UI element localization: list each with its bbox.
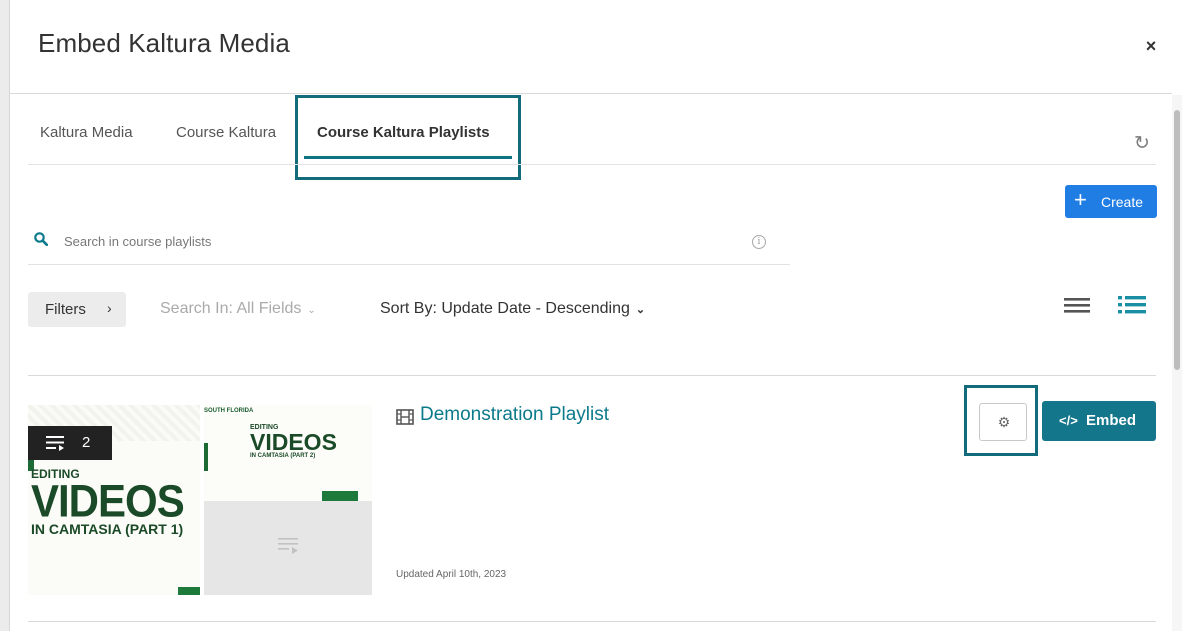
search-in-dropdown[interactable]: Search In: All Fields ⌄	[160, 300, 316, 318]
playlist-title-link[interactable]: Demonstration Playlist	[420, 404, 609, 426]
create-button-label: Create	[1101, 194, 1144, 210]
refresh-icon[interactable]: ↻	[1132, 134, 1152, 154]
detailed-view-icon[interactable]	[1118, 294, 1146, 316]
list-view-icon[interactable]	[1064, 295, 1090, 315]
list-divider	[28, 621, 1156, 622]
tab-highlight-box	[295, 95, 521, 180]
playlist-settings-button[interactable]: ⚙	[979, 403, 1027, 441]
thumbnail-title: EDITING VIDEOS IN CAMTASIA (PART 2)	[250, 423, 337, 460]
usf-logo: SOUTH FLORIDA	[204, 408, 254, 414]
code-icon: </>	[1059, 413, 1078, 428]
filters-label: Filters	[45, 301, 86, 318]
chevron-down-icon: ⌄	[635, 304, 646, 316]
list-divider	[28, 375, 1156, 376]
scrollbar[interactable]	[1172, 95, 1182, 631]
thumbnail-accent	[204, 443, 208, 471]
sort-by-dropdown[interactable]: Sort By: Update Date - Descending ⌄	[380, 300, 645, 318]
film-icon	[396, 409, 414, 425]
background-page-edge	[0, 0, 10, 631]
thumbnail-accent	[322, 491, 358, 501]
playlist-count: 2	[82, 434, 91, 451]
search-bar: i	[28, 224, 790, 265]
plus-icon: +	[1074, 187, 1087, 212]
playlist-icon	[46, 436, 64, 451]
sort-by-label: Sort By: Update Date - Descending	[380, 300, 630, 317]
playlist-thumbnail-2[interactable]: SOUTH FLORIDA EDITING VIDEOS IN CAMTASIA…	[204, 405, 372, 501]
create-button[interactable]: + Create	[1065, 185, 1157, 218]
header-divider	[10, 93, 1172, 94]
tabs-divider	[28, 164, 1156, 165]
search-icon	[34, 232, 48, 246]
gear-icon: ⚙	[997, 414, 1011, 430]
dialog-title: Embed Kaltura Media	[38, 28, 290, 58]
tab-course-kaltura[interactable]: Course Kaltura	[176, 124, 276, 141]
embed-button-label: Embed	[1086, 412, 1137, 429]
playlist-thumbnail-placeholder[interactable]	[204, 501, 372, 595]
playlist-count-badge[interactable]: 2	[28, 426, 112, 460]
tab-kaltura-media[interactable]: Kaltura Media	[40, 124, 133, 141]
playlist-updated-date: Updated April 10th, 2023	[396, 569, 507, 580]
thumbnail-accent	[178, 587, 200, 595]
thumbnail-title: EDITING VIDEOS IN CAMTASIA (PART 1)	[31, 467, 185, 537]
info-icon[interactable]: i	[752, 235, 766, 249]
thumbnail-title-line2: VIDEOS	[31, 475, 185, 527]
search-input[interactable]	[64, 230, 664, 252]
chevron-right-icon: ›	[107, 300, 112, 316]
filters-button[interactable]: Filters ›	[28, 292, 126, 327]
embed-button[interactable]: </> Embed	[1042, 401, 1156, 441]
scrollbar-thumb[interactable]	[1174, 110, 1180, 370]
close-button[interactable]: ×	[1142, 36, 1160, 56]
thumbnail-title-line2: VIDEOS	[250, 429, 337, 455]
search-in-label: Search In: All Fields	[160, 300, 302, 317]
chevron-down-icon: ⌄	[307, 305, 316, 316]
playlist-icon	[278, 538, 298, 554]
